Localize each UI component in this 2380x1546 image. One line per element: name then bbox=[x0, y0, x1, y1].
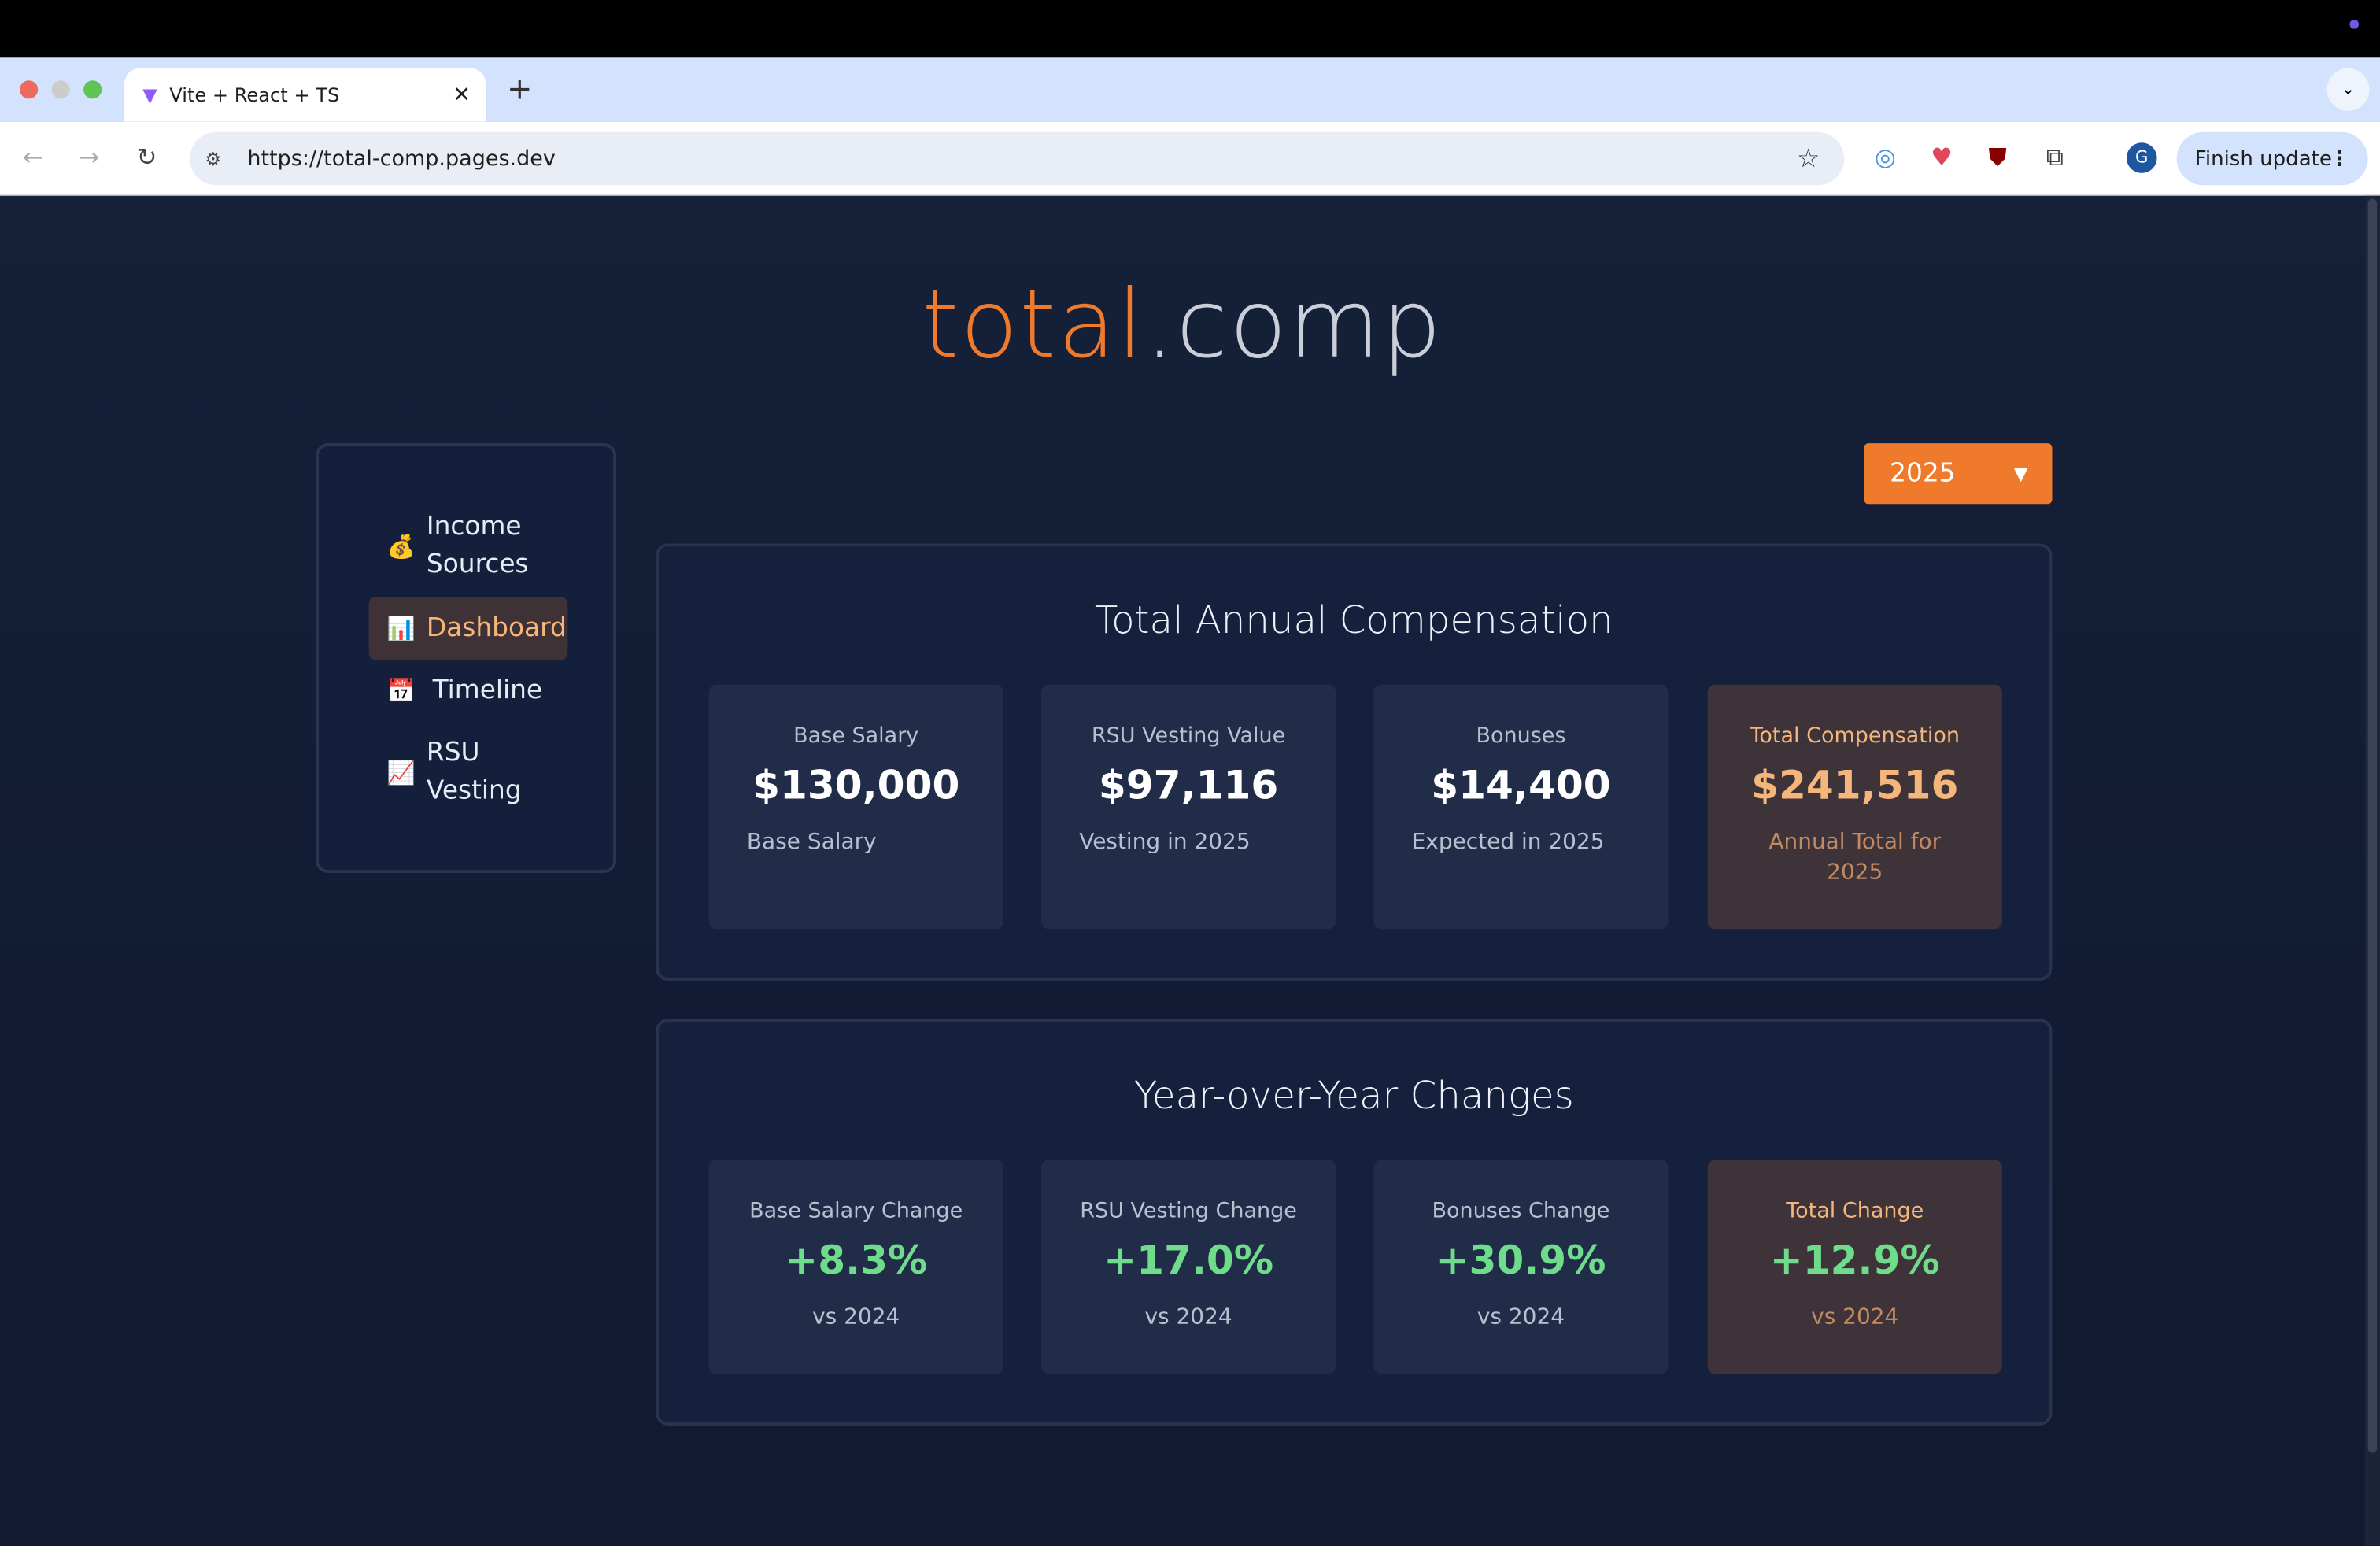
page-content: total.comp 💰 Income Sources 📊 Dashboard 📅 T… bbox=[0, 195, 2380, 1546]
sidebar-item-label: RSU Vesting bbox=[426, 738, 522, 807]
bar-chart-icon: 📊 bbox=[386, 614, 416, 642]
finish-update-label: Finish update bbox=[2194, 146, 2332, 171]
stat-value: $130,000 bbox=[752, 764, 960, 809]
vite-logo-icon: ▼ bbox=[142, 83, 157, 107]
minimize-window-button[interactable] bbox=[51, 80, 70, 99]
finish-update-button[interactable]: Finish update ⋮ bbox=[2176, 131, 2368, 186]
tab-title: Vite + React + TS bbox=[169, 83, 340, 107]
status-dot bbox=[2349, 20, 2360, 29]
stat-value: +8.3% bbox=[785, 1238, 928, 1285]
sidebar-item-income-sources[interactable]: 💰 Income Sources bbox=[369, 509, 568, 584]
browser-tab[interactable]: ▼ Vite + React + TS ✕ bbox=[124, 68, 486, 122]
year-over-year-panel: Year-over-Year Changes Base Salary Chang… bbox=[656, 1019, 2053, 1426]
stat-sub: Annual Total for 2025 bbox=[1768, 830, 1942, 886]
stat-value: $14,400 bbox=[1431, 764, 1611, 809]
stat-sub: Expected in 2025 bbox=[1411, 830, 1605, 855]
sidebar-nav: 💰 Income Sources 📊 Dashboard 📅 Timeline 📈 RS… bbox=[316, 443, 617, 873]
new-tab-icon[interactable]: + bbox=[507, 70, 532, 106]
stat-card-bonuses-change: Bonuses Change +30.9% vs 2024 bbox=[1373, 1160, 1669, 1374]
stat-label: Total Compensation bbox=[1750, 723, 1961, 749]
stat-label: RSU Vesting Change bbox=[1080, 1199, 1297, 1224]
bookmark-star-icon[interactable]: ☆ bbox=[1797, 143, 1820, 174]
money-bag-icon: 💰 bbox=[386, 531, 416, 560]
stat-sub: vs 2024 bbox=[1811, 1305, 1899, 1330]
password-manager-icon[interactable]: ◎ bbox=[1875, 142, 1896, 172]
stat-sub: vs 2024 bbox=[1144, 1305, 1232, 1330]
extensions-icon[interactable]: ⧉ bbox=[2046, 142, 2064, 173]
stat-card-base-salary-change: Base Salary Change +8.3% vs 2024 bbox=[708, 1160, 1003, 1374]
stat-value: +17.0% bbox=[1103, 1238, 1274, 1285]
tab-strip: ▼ Vite + React + TS ✕ + ⌄ bbox=[0, 57, 2380, 122]
sidebar-item-label: Dashboard bbox=[426, 612, 567, 643]
stat-value: +30.9% bbox=[1436, 1238, 1606, 1285]
forward-icon[interactable]: → bbox=[79, 142, 99, 172]
stat-card-rsu-vesting: RSU Vesting Value $97,116 Vesting in 2025 bbox=[1041, 684, 1336, 930]
scrollbar[interactable] bbox=[2364, 195, 2380, 1546]
url-text[interactable]: https://total-comp.pages.dev bbox=[247, 146, 555, 171]
stat-card-total-compensation: Total Compensation $241,516 Annual Total f… bbox=[1707, 684, 2002, 930]
sidebar-item-label: Timeline bbox=[432, 675, 543, 705]
chart-increasing-icon: 📈 bbox=[386, 758, 416, 786]
stat-sub: Base Salary bbox=[746, 830, 877, 855]
profile-avatar[interactable]: G bbox=[2126, 142, 2157, 173]
os-menu-bar bbox=[0, 0, 2380, 58]
stat-value: $97,116 bbox=[1098, 764, 1279, 809]
stat-card-rsu-vesting-change: RSU Vesting Change +17.0% vs 2024 bbox=[1041, 1160, 1336, 1374]
pocket-icon[interactable]: ♥ bbox=[1931, 142, 1953, 172]
sidebar-item-label: Income Sources bbox=[426, 511, 529, 580]
sidebar-item-timeline[interactable]: 📅 Timeline bbox=[369, 671, 568, 710]
more-menu-icon[interactable]: ⋮ bbox=[2329, 146, 2349, 171]
stat-card-total-change: Total Change +12.9% vs 2024 bbox=[1707, 1160, 2002, 1374]
close-tab-icon[interactable]: ✕ bbox=[453, 83, 471, 107]
stat-label: Base Salary bbox=[793, 723, 919, 749]
stat-sub: Vesting in 2025 bbox=[1079, 830, 1251, 855]
stat-value: $241,516 bbox=[1751, 764, 1959, 809]
stat-label: Bonuses bbox=[1476, 723, 1566, 749]
stat-label: Bonuses Change bbox=[1432, 1199, 1610, 1224]
ublock-icon[interactable]: ⛊ bbox=[1988, 142, 2006, 173]
stat-card-base-salary: Base Salary $130,000 Base Salary bbox=[708, 684, 1003, 930]
sidebar-item-rsu-vesting[interactable]: 📈 RSU Vesting bbox=[369, 734, 568, 810]
reload-icon[interactable]: ↻ bbox=[137, 142, 157, 172]
app-logo: total.comp bbox=[922, 268, 1443, 380]
panel-title: Total Annual Compensation bbox=[1094, 597, 1613, 642]
stat-sub: vs 2024 bbox=[1476, 1305, 1565, 1330]
address-bar[interactable]: ⚙ https://total-comp.pages.dev ☆ bbox=[190, 131, 1845, 186]
browser-toolbar: ← → ↻ ⚙ https://total-comp.pages.dev ☆ ◎… bbox=[0, 121, 2380, 196]
stat-label: Total Change bbox=[1786, 1199, 1924, 1224]
close-window-button[interactable] bbox=[20, 80, 39, 99]
chevron-down-icon: ▼ bbox=[2013, 463, 2028, 485]
sidebar-item-dashboard[interactable]: 📊 Dashboard bbox=[368, 596, 568, 660]
panel-title: Year-over-Year Changes bbox=[1133, 1073, 1574, 1118]
site-settings-icon[interactable]: ⚙ bbox=[205, 148, 221, 169]
tab-search-chevron-icon[interactable]: ⌄ bbox=[2326, 68, 2370, 111]
year-value: 2025 bbox=[1890, 458, 1956, 490]
year-select[interactable]: 2025 ▼ bbox=[1864, 443, 2053, 505]
stat-label: Base Salary Change bbox=[749, 1199, 963, 1224]
back-icon[interactable]: ← bbox=[23, 142, 43, 172]
total-compensation-panel: Total Annual Compensation Base Salary $13… bbox=[656, 543, 2053, 981]
calendar-icon: 📅 bbox=[386, 676, 416, 704]
stat-card-bonuses: Bonuses $14,400 Expected in 2025 bbox=[1373, 684, 1669, 930]
stat-label: RSU Vesting Value bbox=[1091, 723, 1286, 749]
stat-sub: vs 2024 bbox=[812, 1305, 900, 1330]
stat-value: +12.9% bbox=[1769, 1238, 1940, 1285]
maximize-window-button[interactable] bbox=[83, 80, 102, 99]
